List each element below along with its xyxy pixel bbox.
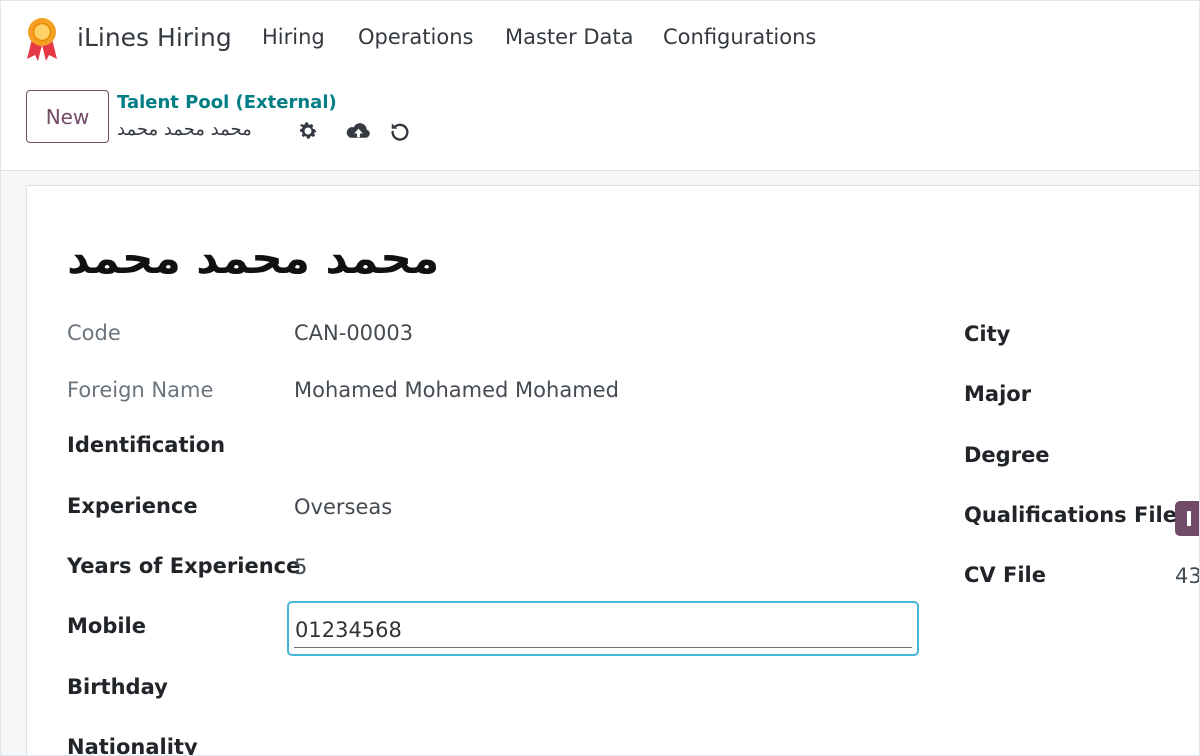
label-cv-file: CV File	[964, 563, 1046, 587]
cloud-upload-icon[interactable]	[345, 121, 372, 143]
label-experience: Experience	[67, 494, 198, 518]
value-experience[interactable]: Overseas	[294, 495, 392, 519]
breadcrumb-talent-pool[interactable]: Talent Pool (External)	[117, 92, 337, 113]
label-nationality: Nationality	[67, 735, 198, 756]
label-birthday: Birthday	[67, 675, 168, 699]
menu-hiring[interactable]: Hiring	[262, 25, 325, 49]
value-code: CAN-00003	[294, 321, 414, 345]
value-foreign-name: Mohamed Mohamed Mohamed	[294, 378, 619, 402]
label-degree: Degree	[964, 443, 1050, 467]
breadcrumb-record-name: محمد محمد محمد	[117, 119, 252, 140]
mobile-field[interactable]	[287, 601, 919, 656]
label-code: Code	[67, 321, 121, 345]
menu-master-data[interactable]: Master Data	[505, 25, 634, 49]
qualifications-upload-button[interactable]	[1175, 501, 1199, 536]
value-years-of-experience[interactable]: 5	[294, 555, 307, 579]
gear-icon[interactable]	[297, 120, 319, 142]
menu-configurations[interactable]: Configurations	[663, 25, 816, 49]
record-title[interactable]: محمد محمد محمد	[67, 233, 467, 284]
value-cv-file[interactable]: 43	[1175, 564, 1199, 588]
label-qualifications-file: Qualifications File	[964, 503, 1177, 527]
menu-operations[interactable]: Operations	[358, 25, 473, 49]
label-mobile: Mobile	[67, 614, 146, 638]
app-window: iLines Hiring Hiring Operations Master D…	[0, 0, 1200, 756]
label-foreign-name: Foreign Name	[67, 378, 214, 402]
label-city: City	[964, 322, 1011, 346]
ribbon-award-icon[interactable]	[25, 17, 59, 61]
label-major: Major	[964, 382, 1032, 406]
undo-icon[interactable]	[389, 120, 411, 142]
mobile-input[interactable]	[294, 612, 912, 648]
new-button[interactable]: New	[26, 90, 109, 143]
app-title[interactable]: iLines Hiring	[77, 23, 232, 52]
top-navbar: iLines Hiring Hiring Operations Master D…	[1, 1, 1199, 77]
label-years-of-experience: Years of Experience	[67, 554, 301, 578]
control-panel: New Talent Pool (External) محمد محمد محم…	[1, 77, 1199, 171]
label-identification: Identification	[67, 433, 226, 457]
